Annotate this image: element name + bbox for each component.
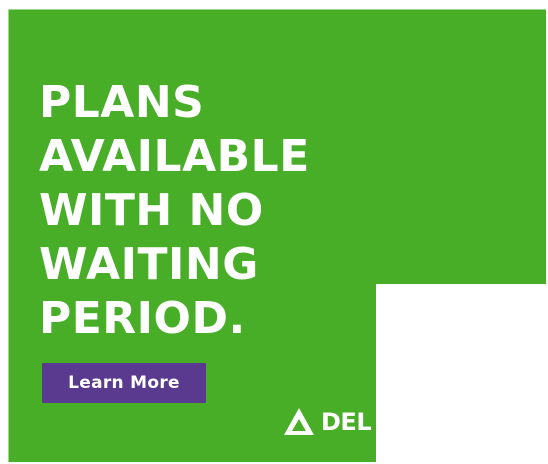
brand-name-text: DEL: [321, 408, 372, 436]
brand-logo: DEL: [283, 406, 372, 438]
ad-headline: PLANS AVAILABLE WITH NO WAITING PERIOD.: [39, 76, 310, 346]
headline-line: WITH NO: [39, 185, 264, 236]
headline-line: PERIOD.: [39, 293, 246, 344]
learn-more-button[interactable]: Learn More: [42, 363, 206, 403]
headline-line: PLANS: [39, 77, 205, 128]
blank-overlay-panel: [376, 284, 548, 464]
headline-line: AVAILABLE: [39, 131, 310, 182]
delta-triangle-icon: [283, 406, 315, 438]
headline-line: WAITING: [39, 239, 259, 290]
